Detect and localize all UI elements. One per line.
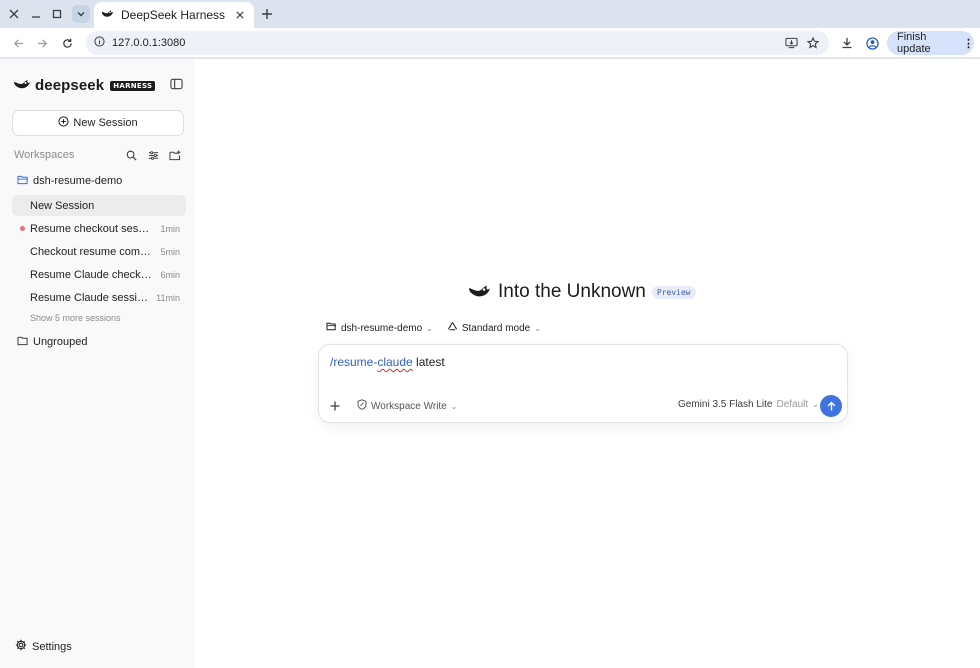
settings-button[interactable]: Settings xyxy=(15,639,72,654)
arrow-up-icon xyxy=(827,400,835,411)
chevron-down-icon xyxy=(77,12,85,17)
prompt-composer[interactable]: /resume-claude latest Workspace Write ⌄ … xyxy=(318,344,848,423)
brand-badge: HARNESS xyxy=(110,80,156,91)
session-item[interactable]: Resume checkout session 1min xyxy=(12,218,186,239)
tab-title: DeepSeek Harness xyxy=(121,8,226,22)
new-session-button[interactable]: New Session xyxy=(12,110,184,136)
slash-command-misspelled: claude xyxy=(377,355,413,369)
workspaces-header: Workspaces xyxy=(14,147,184,163)
command-argument: latest xyxy=(412,355,445,369)
chevron-down-icon: ⌄ xyxy=(534,323,541,333)
browser-tab-strip: DeepSeek Harness xyxy=(0,0,980,28)
session-item[interactable]: New Session xyxy=(12,195,186,216)
session-time: 11min xyxy=(156,292,180,303)
settings-label: Settings xyxy=(32,640,72,653)
preview-badge: Preview xyxy=(651,285,696,299)
session-item[interactable]: Resume Claude checkout … 6min xyxy=(12,264,186,285)
workspace-folder[interactable]: dsh-resume-demo xyxy=(17,172,122,190)
workspace-folder-label: dsh-resume-demo xyxy=(33,175,123,187)
prompt-input[interactable]: /resume-claude latest xyxy=(330,355,445,369)
chevron-down-icon: ⌄ xyxy=(426,323,433,333)
chevron-down-icon: ⌄ xyxy=(450,401,458,411)
session-time: 6min xyxy=(160,269,180,280)
folder-icon xyxy=(17,336,29,349)
shield-edit-icon xyxy=(357,399,367,413)
install-app-icon[interactable] xyxy=(781,33,801,53)
search-icon[interactable] xyxy=(122,147,140,163)
back-arrow-icon[interactable] xyxy=(8,33,28,53)
sidebar: deepseek HARNESS New Session Workspaces xyxy=(0,59,195,668)
whale-logo-icon xyxy=(13,75,31,96)
forward-arrow-icon[interactable] xyxy=(32,33,52,53)
profile-icon[interactable] xyxy=(862,33,882,53)
minimize-window-icon[interactable] xyxy=(26,4,46,24)
bookmark-star-icon[interactable] xyxy=(803,33,823,53)
download-icon[interactable] xyxy=(837,33,857,53)
hero-title: Into the Unknown xyxy=(498,281,646,302)
recycle-icon xyxy=(447,321,458,335)
mode-selector-label: Standard mode xyxy=(461,322,531,334)
session-title: New Session xyxy=(30,199,95,212)
maximize-window-icon[interactable] xyxy=(47,4,67,24)
filter-sliders-icon[interactable] xyxy=(144,147,162,163)
context-selectors: dsh-resume-demo ⌄ Standard mode ⌄ xyxy=(326,321,555,335)
gear-icon xyxy=(15,639,27,654)
slash-command: /resume- xyxy=(330,355,378,369)
sidebar-toggle-icon[interactable] xyxy=(167,75,185,93)
whale-logo-icon xyxy=(467,279,492,305)
session-title: Checkout resume comma… xyxy=(30,245,155,258)
chevron-down-icon: ⌄ xyxy=(812,400,819,409)
session-item[interactable]: Checkout resume comma… 5min xyxy=(12,241,186,262)
session-title: Resume Claude checkout … xyxy=(30,268,155,281)
url-text: 127.0.0.1:3080 xyxy=(112,37,186,49)
permission-selector[interactable]: Workspace Write ⌄ xyxy=(357,399,457,413)
ungrouped-folder[interactable]: Ungrouped xyxy=(17,333,87,351)
show-more-sessions-link[interactable]: Show 5 more sessions xyxy=(30,313,121,323)
permission-label: Workspace Write xyxy=(371,400,447,412)
workspace-selector[interactable]: dsh-resume-demo ⌄ xyxy=(326,322,433,334)
folder-open-icon xyxy=(326,322,337,334)
mode-selector[interactable]: Standard mode ⌄ xyxy=(447,321,541,335)
site-info-icon[interactable] xyxy=(94,34,105,52)
model-default-tag: Default xyxy=(776,399,809,410)
new-session-label: New Session xyxy=(73,117,138,129)
plus-circle-icon xyxy=(58,116,69,130)
brand-name: deepseek xyxy=(35,77,105,94)
close-tab-icon[interactable] xyxy=(232,7,248,23)
browser-toolbar: 127.0.0.1:3080 Finish update ⋮ xyxy=(0,28,980,58)
brand-logo[interactable]: deepseek HARNESS xyxy=(13,75,156,96)
session-time: 1min xyxy=(160,223,180,234)
session-title: Resume checkout session xyxy=(30,222,155,235)
session-title: Resume Claude session c… xyxy=(30,291,150,304)
more-vert-icon: ⋮ xyxy=(963,37,974,50)
close-window-icon[interactable] xyxy=(4,4,24,24)
folder-open-icon xyxy=(17,175,29,188)
workspaces-label: Workspaces xyxy=(14,149,75,161)
finish-update-button[interactable]: Finish update ⋮ xyxy=(887,31,974,55)
unread-dot xyxy=(20,226,25,231)
new-folder-icon[interactable] xyxy=(166,147,184,163)
finish-update-label: Finish update xyxy=(897,31,931,55)
hero-heading: Into the Unknown Preview xyxy=(467,279,696,305)
workspace-selector-label: dsh-resume-demo xyxy=(341,322,423,334)
browser-tab-active[interactable]: DeepSeek Harness xyxy=(94,2,254,28)
ungrouped-label: Ungrouped xyxy=(33,336,88,348)
new-tab-icon[interactable] xyxy=(258,5,276,23)
attach-plus-icon[interactable] xyxy=(327,398,343,414)
reload-icon[interactable] xyxy=(57,33,77,53)
model-selector[interactable]: Gemini 3.5 Flash Lite Default ⌄ xyxy=(678,399,819,410)
whale-favicon-icon xyxy=(101,6,114,24)
session-time: 5min xyxy=(160,246,180,257)
app-page: deepseek HARNESS New Session Workspaces xyxy=(0,59,980,668)
model-name: Gemini 3.5 Flash Lite xyxy=(678,399,773,410)
send-button[interactable] xyxy=(820,395,842,417)
session-item[interactable]: Resume Claude session c… 11min xyxy=(12,287,186,308)
tab-search-button[interactable] xyxy=(72,5,90,23)
address-bar[interactable]: 127.0.0.1:3080 xyxy=(86,31,829,55)
main-panel: Into the Unknown Preview dsh-resume-demo… xyxy=(195,59,980,668)
